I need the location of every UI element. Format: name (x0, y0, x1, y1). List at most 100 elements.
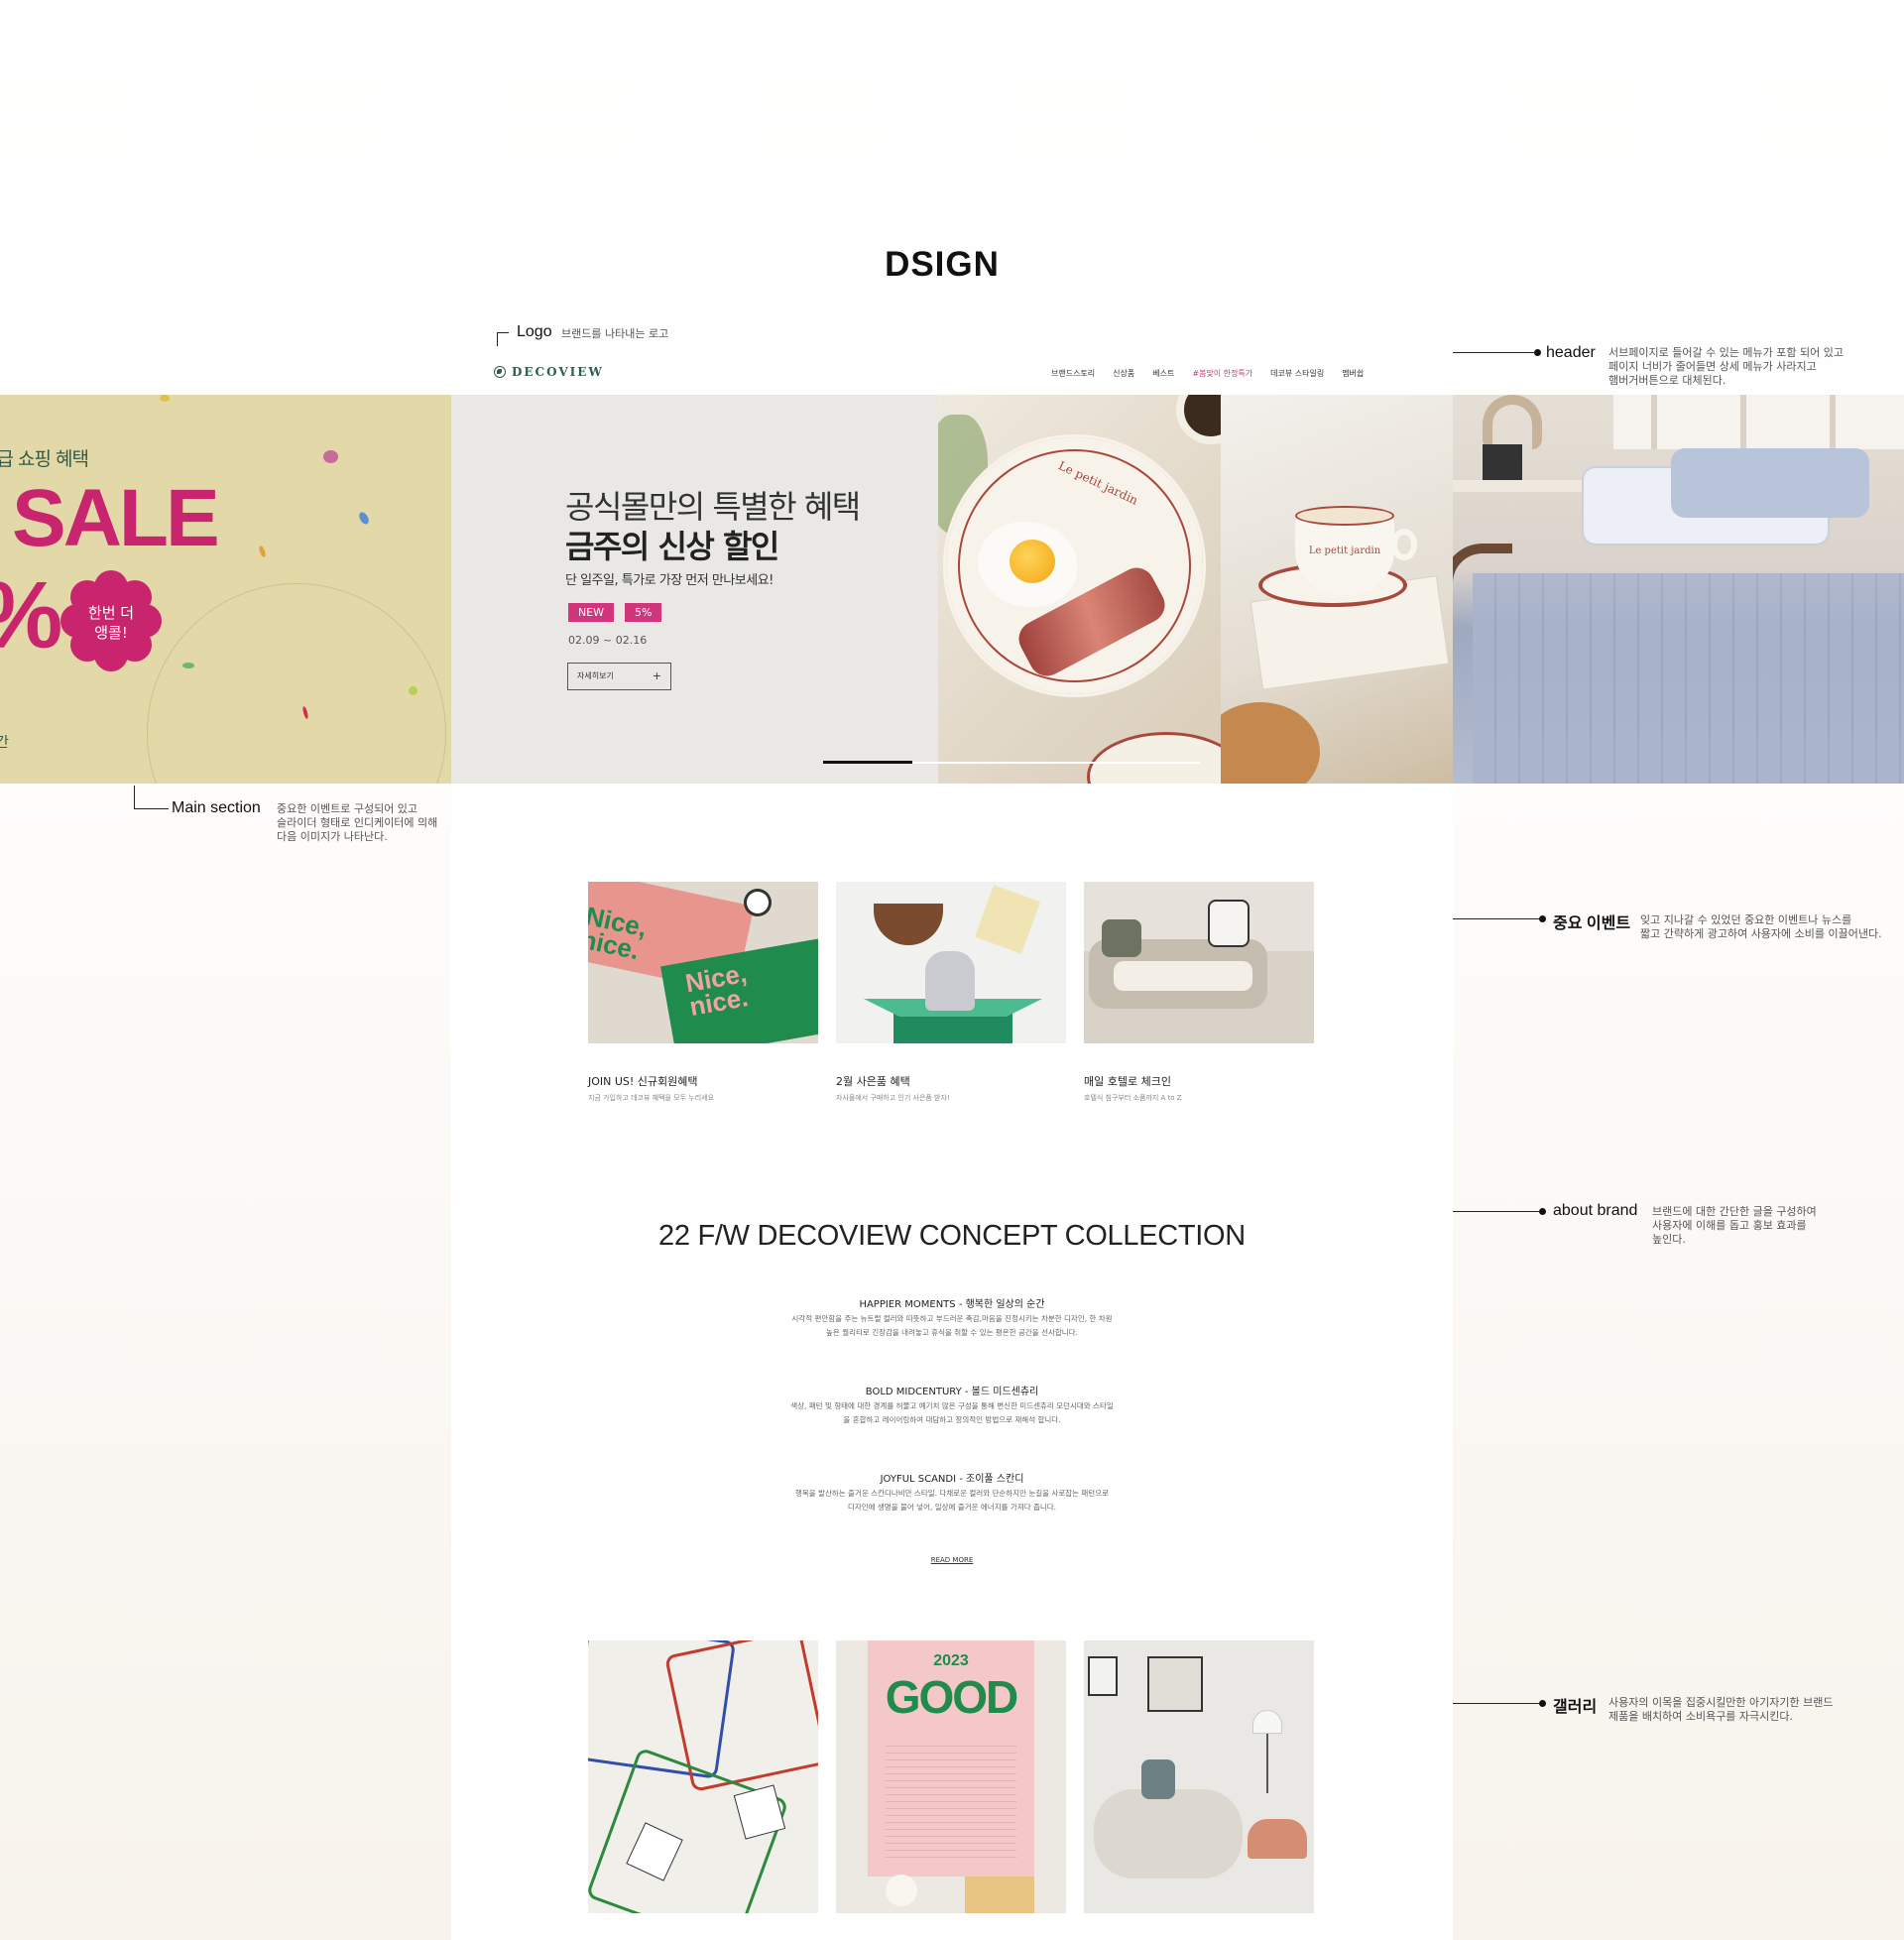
read-more-link[interactable]: READ MORE (451, 1556, 1453, 1564)
annotation-gallery-desc: 사용자의 이목을 집중시킬만한 아기자기한 브랜드 제품을 배치하여 소비욕구를… (1608, 1696, 1834, 1723)
window-frame (1740, 395, 1746, 449)
annotation-dot (1539, 1208, 1546, 1215)
decor-circle (147, 583, 446, 784)
confetti (323, 450, 338, 463)
annotation-connector (497, 332, 509, 333)
hero-date: 02.09 ~ 02.16 (568, 634, 648, 647)
prev-slide-banner[interactable]: 특급 쇼핑 혜택 SALE % 한번 더 앵콜! 간 (0, 395, 451, 784)
hero-subtitle: 단 일주일, 특가로 가장 먼저 만나보세요! (565, 573, 774, 588)
badge-discount: 5% (625, 603, 662, 622)
egg-yolk (1010, 540, 1055, 583)
calendar-word: GOOD (885, 1671, 1019, 1723)
annotation-gallery-title: 갤러리 (1553, 1699, 1598, 1716)
hero-text-panel: 공식몰만의 특별한 혜택 금주의 신상 할인 단 일주일, 특가로 가장 먼저 … (451, 395, 938, 784)
slider-indicator-active[interactable] (823, 761, 912, 764)
nav-spring-sale[interactable]: #봄맞이 한정특가 (1192, 368, 1252, 379)
nav-new-products[interactable]: 신상품 (1113, 368, 1134, 379)
bed-blanket (1473, 573, 1904, 784)
website-mockup: DECOVIEW 브랜드스토리 신상품 베스트 #봄맞이 한정특가 데코뷰 스타… (451, 349, 1453, 1940)
event-desc: 지금 가입하고 데코뷰 혜택을 모두 누리세요 (588, 1094, 715, 1102)
view-details-label: 자세히보기 (577, 671, 614, 680)
prev-slide-sale: SALE (12, 473, 220, 563)
annotation-main-title: Main section (172, 799, 261, 816)
concept-paragraph: 행복을 발산하는 즐거운 스칸디나비안 스타일. 다채로운 컬러와 단순하지만 … (794, 1489, 1110, 1512)
coffee-cup (1176, 395, 1221, 444)
confetti (160, 395, 170, 402)
site-header: DECOVIEW 브랜드스토리 신상품 베스트 #봄맞이 한정특가 데코뷰 스타… (451, 349, 1453, 395)
plus-icon: + (652, 669, 661, 682)
confetti (409, 686, 417, 695)
annotation-logo-desc: 브랜드를 나타내는 로고 (561, 327, 669, 340)
annotation-dot (1539, 1700, 1546, 1707)
badge-new: NEW (568, 603, 615, 622)
sculpture-base (1483, 444, 1522, 480)
nav-membership[interactable]: 멤버쉽 (1342, 368, 1364, 379)
leaf-logo-icon (494, 366, 506, 378)
annotation-event-title: 중요 이벤트 (1553, 915, 1631, 932)
gallery-image[interactable]: 2023 GOOD (836, 1640, 1066, 1913)
rug-text-pink: Nice, nice. (682, 958, 751, 1022)
cushion (1141, 1759, 1175, 1799)
hero-image-cup: Le petit jardin (1221, 395, 1453, 784)
annotation-dot (1534, 349, 1541, 356)
view-details-button[interactable]: 자세히보기 + (567, 663, 671, 690)
prev-slide-bottom: 간 (0, 735, 9, 751)
annotation-connector (1453, 918, 1543, 919)
confetti (182, 663, 194, 668)
wall-frame (1088, 1656, 1118, 1696)
annotation-logo-title: Logo (517, 323, 552, 340)
logo-text: DECOVIEW (512, 365, 604, 379)
event-card-image[interactable] (836, 882, 1066, 1043)
annotation-header-desc: 서브페이지로 들어갈 수 있는 메뉴가 포함 되어 있고 페이지 너비가 줄어들… (1608, 346, 1844, 387)
window-frame (1830, 395, 1836, 449)
chair (1248, 1819, 1307, 1859)
window-frame (1651, 395, 1657, 449)
event-card-image[interactable] (1084, 882, 1314, 1043)
event-card-image[interactable]: Nice, nice. Nice, nice. (588, 882, 818, 1043)
bowl (874, 904, 943, 945)
annotation-about-desc: 브랜드에 대한 간단한 글을 구성하여 사용자에 이해를 돕고 홍보 효과를 높… (1652, 1205, 1817, 1246)
annotation-event-desc: 잊고 지나갈 수 있었던 중요한 이벤트나 뉴스를 짧고 간략하게 광고하여 사… (1640, 913, 1882, 940)
annotation-dot (1539, 915, 1546, 922)
annotation-connector (1453, 352, 1538, 353)
gallery-image[interactable] (588, 1640, 818, 1913)
concept-heading: HAPPIER MOMENTS - 행복한 일상의 순간 (859, 1299, 1045, 1310)
lamp (1252, 1710, 1282, 1734)
annotation-header-title: header (1546, 344, 1596, 361)
annotation-connector (134, 808, 169, 809)
event-desc: 호텔식 침구부터 소품까지 A to Z (1084, 1094, 1182, 1102)
annotation-connector (497, 332, 498, 346)
gallery-image[interactable] (1084, 1640, 1314, 1913)
event-title[interactable]: 2월 사은품 혜택 (836, 1073, 910, 1089)
second-plate (1087, 732, 1221, 784)
teacup-rim (1295, 506, 1394, 526)
cushion (1102, 919, 1141, 957)
concept-paragraph: 시각적 편안함을 주는 뉴트럴 컬러와 따뜻하고 부드러운 촉감,마음을 진정시… (791, 1314, 1113, 1337)
site-logo[interactable]: DECOVIEW (494, 365, 604, 379)
calendar-grid (886, 1745, 1016, 1864)
concept-paragraph: 색상, 패턴 및 형태에 대한 경계를 허물고 예기치 않은 구성을 통해 변신… (790, 1401, 1114, 1424)
nav-brand-story[interactable]: 브랜드스토리 (1051, 368, 1095, 379)
event-desc: 자사몰에서 구매하고 인기 사은품 받자! (836, 1094, 950, 1102)
concept-heading: JOYFUL SCANDI - 조이풀 스칸디 (880, 1474, 1024, 1485)
confetti (357, 510, 371, 527)
event-title[interactable]: JOIN US! 신규회원혜택 (588, 1073, 698, 1089)
concept-title: 22 F/W DECOVIEW CONCEPT COLLECTION (658, 1220, 1246, 1252)
cup-text: Le petit jardin (1308, 546, 1381, 556)
concept-heading: BOLD MIDCENTURY - 볼드 미드센츄리 (865, 1387, 1039, 1397)
main-nav: 브랜드스토리 신상품 베스트 #봄맞이 한정특가 데코뷰 스타일링 멤버쉽 (1051, 368, 1364, 379)
annotation-connector (1453, 1211, 1543, 1212)
event-title[interactable]: 매일 호텔로 체크인 (1084, 1073, 1171, 1089)
hero-title-line2: 금주의 신상 할인 (565, 528, 779, 565)
next-slide-image[interactable] (1453, 395, 1904, 784)
confetti (258, 545, 267, 558)
ball-lamp (886, 1875, 917, 1906)
bread (1221, 702, 1320, 784)
mug (747, 892, 769, 913)
nav-styling[interactable]: 데코뷰 스타일링 (1270, 368, 1324, 379)
flower-badge-text: 한번 더 앵콜! (87, 604, 135, 642)
teacup-handle (1391, 529, 1417, 560)
slippers (925, 951, 975, 1011)
gift-pack (974, 885, 1041, 954)
nav-best[interactable]: 베스트 (1152, 368, 1174, 379)
